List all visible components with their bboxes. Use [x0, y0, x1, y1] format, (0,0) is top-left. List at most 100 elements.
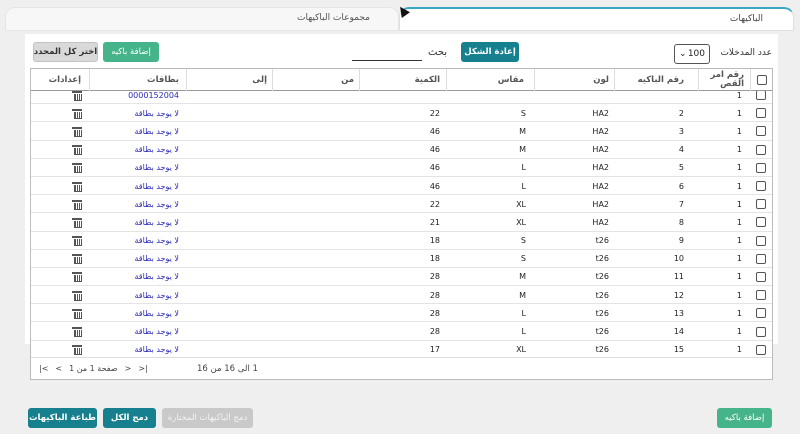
cell-order: 1	[736, 199, 742, 209]
table-row: 1 12 t26 M 28 لا يوجد بطاقة	[31, 286, 772, 305]
header-size[interactable]: مقاس	[446, 69, 534, 91]
select-all-button[interactable]: اختر كل المحدد	[33, 42, 98, 62]
add-bundle-top-button[interactable]: إضافة باكيه	[103, 42, 159, 62]
card-link[interactable]: لا يوجد بطاقة	[135, 236, 180, 245]
row-checkbox[interactable]	[756, 308, 766, 319]
cell-qty: 46	[429, 163, 440, 173]
reset-layout-button[interactable]: إعادة الشكل	[461, 42, 519, 62]
row-checkbox[interactable]	[756, 253, 766, 264]
trash-icon[interactable]	[72, 254, 82, 265]
table-row: 1 9 t26 S 18 لا يوجد بطاقة	[31, 232, 772, 250]
card-link[interactable]: لا يوجد بطاقة	[135, 200, 180, 209]
header-order[interactable]: رقم امر القص	[698, 69, 750, 91]
trash-icon[interactable]	[72, 145, 82, 156]
trash-icon[interactable]	[72, 163, 82, 174]
cell-bundle-no: 3	[678, 126, 684, 136]
merge-all-button[interactable]: دمج الكل	[103, 408, 156, 428]
cell-size: XL	[516, 217, 526, 227]
row-checkbox[interactable]	[756, 271, 766, 282]
entries-label: عدد المدخلات	[720, 48, 772, 58]
cell-to	[186, 268, 272, 286]
header-qty[interactable]: الكمية	[359, 69, 446, 91]
cell-color: t26	[595, 327, 609, 337]
header-to[interactable]: إلى	[186, 69, 272, 91]
cell-qty: 18	[429, 254, 440, 264]
row-checkbox[interactable]	[756, 162, 766, 173]
row-checkbox[interactable]	[756, 108, 766, 119]
cell-qty: 28	[429, 308, 440, 318]
row-checkbox[interactable]	[756, 235, 766, 246]
trash-icon[interactable]	[72, 290, 82, 301]
card-link[interactable]: 0000152004	[128, 91, 179, 100]
table-row: 1 11 t26 M 28 لا يوجد بطاقة	[31, 268, 772, 287]
card-link[interactable]: لا يوجد بطاقة	[135, 163, 180, 172]
card-link[interactable]: لا يوجد بطاقة	[135, 127, 180, 136]
card-link[interactable]: لا يوجد بطاقة	[135, 109, 180, 118]
header-color[interactable]: لون	[534, 69, 614, 91]
cell-to	[186, 104, 272, 122]
row-checkbox[interactable]	[756, 199, 766, 210]
add-bundle-button[interactable]: إضافة باكيه	[717, 408, 772, 428]
cell-qty: 46	[429, 181, 440, 191]
trash-icon[interactable]	[72, 199, 82, 210]
merge-selected-button[interactable]: دمج الباكيهات المختارة	[162, 408, 253, 428]
trash-icon[interactable]	[72, 236, 82, 247]
header-from[interactable]: من	[272, 69, 359, 91]
row-checkbox[interactable]	[756, 126, 766, 137]
table-row: 1 14 t26 L 28 لا يوجد بطاقة	[31, 322, 772, 341]
row-checkbox[interactable]	[756, 144, 766, 155]
trash-icon[interactable]	[72, 217, 82, 228]
cell-order: 1	[736, 308, 742, 318]
card-link[interactable]: لا يوجد بطاقة	[135, 309, 180, 318]
tab-bundle-groups[interactable]: مجموعات الباكيهات	[5, 7, 399, 31]
card-link[interactable]: لا يوجد بطاقة	[135, 291, 180, 300]
cell-bundle-no: 13	[673, 308, 684, 318]
header-cards[interactable]: بطاقات	[89, 69, 186, 91]
row-checkbox[interactable]	[756, 181, 766, 192]
cell-order: 1	[736, 254, 742, 264]
select-all-checkbox[interactable]	[756, 75, 767, 85]
cell-order: 1	[736, 327, 742, 337]
card-link[interactable]: لا يوجد بطاقة	[135, 327, 180, 336]
card-link[interactable]: لا يوجد بطاقة	[135, 254, 180, 263]
row-checkbox[interactable]	[756, 90, 766, 101]
next-page-button[interactable]: >	[125, 364, 132, 373]
cell-size: L	[521, 308, 526, 318]
cell-bundle-no: 7	[678, 199, 684, 209]
cell-color: HA2	[592, 108, 609, 118]
trash-icon[interactable]	[72, 272, 82, 283]
row-checkbox[interactable]	[756, 217, 766, 228]
cell-order: 1	[736, 145, 742, 155]
cell-bundle-no: 12	[673, 290, 684, 300]
row-checkbox[interactable]	[756, 326, 766, 337]
footer-actions: إضافة باكيه دمج الباكيهات المختارة دمج ا…	[25, 408, 775, 428]
cell-color: HA2	[592, 126, 609, 136]
range-text: 1 الى 16 من 16	[197, 364, 258, 374]
trash-icon[interactable]	[72, 327, 82, 338]
row-checkbox[interactable]	[756, 290, 766, 301]
trash-icon[interactable]	[72, 181, 82, 192]
card-link[interactable]: لا يوجد بطاقة	[135, 272, 180, 281]
trash-icon[interactable]	[72, 345, 82, 356]
cell-color: HA2	[592, 217, 609, 227]
cell-from	[272, 322, 359, 340]
trash-icon[interactable]	[72, 126, 82, 137]
card-link[interactable]: لا يوجد بطاقة	[135, 345, 180, 354]
tab-bundles[interactable]: الباكيهات	[399, 7, 794, 31]
card-link[interactable]: لا يوجد بطاقة	[135, 182, 180, 191]
trash-icon[interactable]	[72, 90, 82, 101]
trash-icon[interactable]	[72, 308, 82, 319]
search-input[interactable]	[352, 52, 422, 61]
table-row: 1 10 t26 S 18 لا يوجد بطاقة	[31, 250, 772, 268]
prev-page-button[interactable]: <	[55, 364, 62, 373]
card-link[interactable]: لا يوجد بطاقة	[135, 218, 180, 227]
cell-qty: 22	[429, 199, 440, 209]
entries-select[interactable]: ⌄ 100	[674, 44, 710, 64]
header-bundle-no[interactable]: رقم الباكيه	[614, 69, 698, 91]
row-checkbox[interactable]	[756, 344, 766, 355]
print-bundles-button[interactable]: طباعة الباكيهات	[28, 408, 97, 428]
last-page-button[interactable]: >|	[138, 364, 147, 373]
card-link[interactable]: لا يوجد بطاقة	[135, 145, 180, 154]
first-page-button[interactable]: |<	[39, 364, 48, 373]
trash-icon[interactable]	[72, 108, 82, 119]
